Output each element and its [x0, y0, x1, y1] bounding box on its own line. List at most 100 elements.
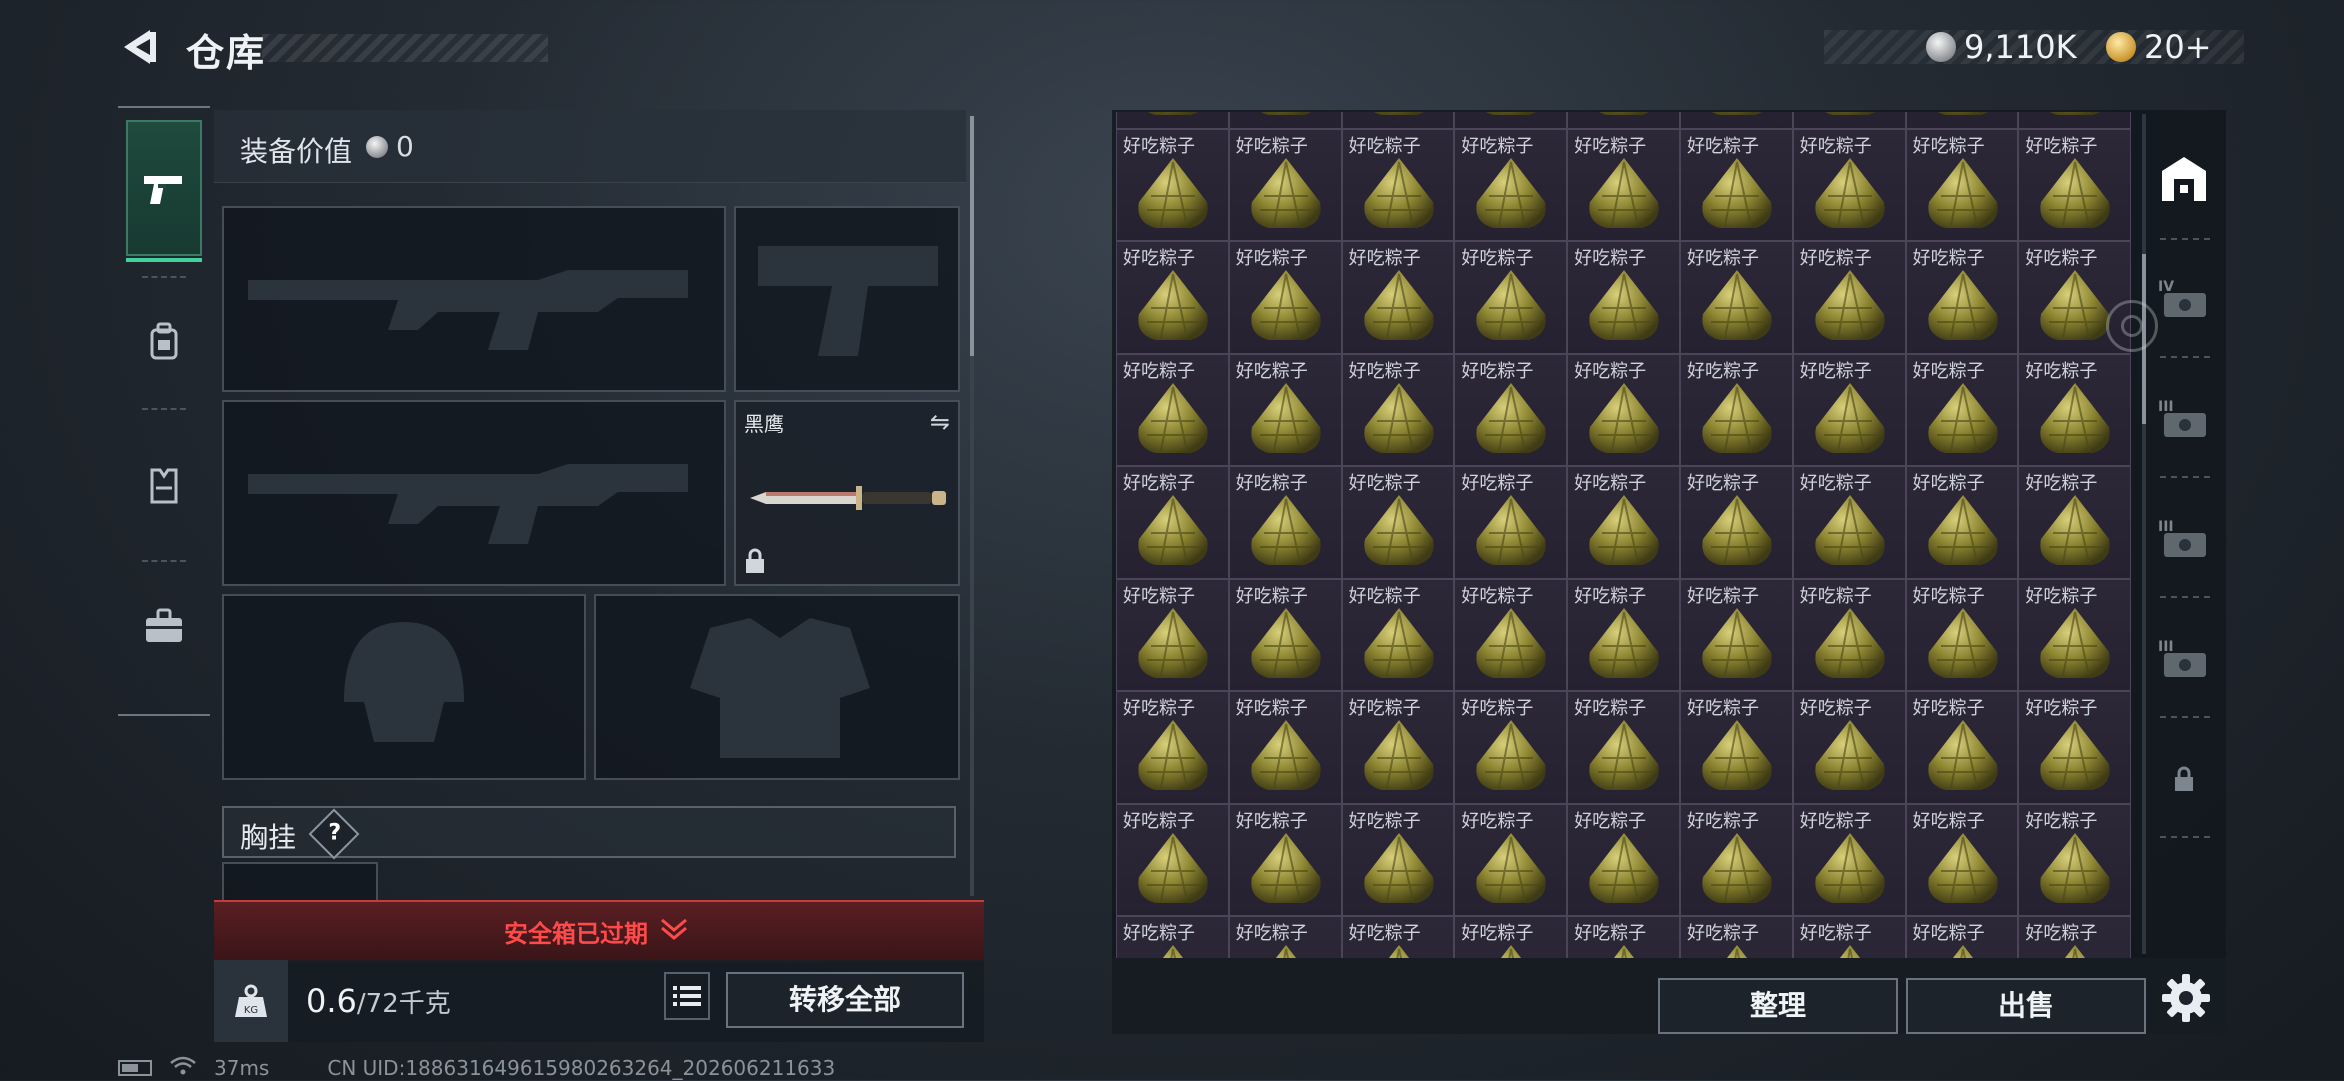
warehouse-item-cell[interactable]: 好吃粽子: [2018, 466, 2132, 579]
warehouse-item-cell[interactable]: 好吃粽子: [1905, 916, 2019, 958]
warehouse-item-cell[interactable]: 好吃粽子: [1341, 803, 1455, 916]
warehouse-item-cell[interactable]: 好吃粽子: [1905, 466, 2019, 579]
tab-case-iv[interactable]: IV: [2146, 244, 2222, 354]
warehouse-item-cell[interactable]: 好吃粽子: [1905, 803, 2019, 916]
warehouse-item-cell[interactable]: 好吃粽子: [1454, 112, 1568, 129]
category-backpack[interactable]: [118, 282, 210, 402]
warehouse-item-cell[interactable]: 好吃粽子: [1228, 128, 1342, 241]
tab-warehouse[interactable]: [2146, 124, 2222, 234]
category-weapons[interactable]: [126, 120, 202, 262]
warehouse-item-cell[interactable]: 好吃粽子: [1679, 466, 1793, 579]
warehouse-item-cell[interactable]: 好吃粽子: [2018, 128, 2132, 241]
sort-button[interactable]: 整理: [1658, 978, 1898, 1034]
category-chest-rig[interactable]: [118, 426, 210, 546]
settings-button[interactable]: [2160, 972, 2220, 1032]
warehouse-item-cell[interactable]: 好吃粽子: [1116, 803, 1229, 916]
warehouse-item-cell[interactable]: 好吃粽子: [1454, 578, 1568, 691]
warehouse-item-cell[interactable]: 好吃粽子: [1341, 578, 1455, 691]
sell-button[interactable]: 出售: [1906, 978, 2146, 1034]
warehouse-item-cell[interactable]: 好吃粽子: [1454, 803, 1568, 916]
tab-locked-slot[interactable]: [2146, 724, 2222, 834]
warehouse-item-cell[interactable]: 好吃粽子: [1792, 691, 1906, 804]
warehouse-item-cell[interactable]: 好吃粽子: [1341, 112, 1455, 129]
helmet-slot[interactable]: [222, 594, 586, 780]
help-icon[interactable]: ?: [308, 808, 360, 860]
safe-box-expired-banner[interactable]: 安全箱已过期: [214, 900, 984, 962]
list-view-button[interactable]: [664, 972, 710, 1020]
warehouse-item-cell[interactable]: 好吃粽子: [1792, 112, 1906, 129]
warehouse-item-cell[interactable]: 好吃粽子: [1567, 466, 1680, 579]
warehouse-item-cell[interactable]: 好吃粽子: [1792, 578, 1906, 691]
warehouse-item-cell[interactable]: 好吃粽子: [1792, 353, 1906, 466]
warehouse-item-cell[interactable]: 好吃粽子: [1116, 578, 1229, 691]
warehouse-item-cell[interactable]: 好吃粽子: [2018, 578, 2132, 691]
melee-slot[interactable]: 黑鹰 ⇋: [734, 400, 960, 586]
warehouse-item-cell[interactable]: 好吃粽子: [1341, 241, 1455, 354]
warehouse-item-cell[interactable]: 好吃粽子: [1567, 803, 1680, 916]
warehouse-item-cell[interactable]: 好吃粽子: [1792, 916, 1906, 958]
warehouse-item-cell[interactable]: 好吃粽子: [1679, 128, 1793, 241]
warehouse-item-cell[interactable]: 好吃粽子: [1567, 578, 1680, 691]
swap-icon[interactable]: ⇋: [930, 408, 950, 436]
tab-case-iii-3[interactable]: III: [2146, 604, 2222, 714]
warehouse-item-cell[interactable]: 好吃粽子: [1116, 112, 1229, 129]
warehouse-item-cell[interactable]: 好吃粽子: [1567, 691, 1680, 804]
warehouse-item-cell[interactable]: 好吃粽子: [1228, 803, 1342, 916]
category-case[interactable]: [118, 566, 210, 686]
warehouse-item-cell[interactable]: 好吃粽子: [1228, 916, 1342, 958]
tab-case-iii-1[interactable]: III: [2146, 364, 2222, 474]
warehouse-item-cell[interactable]: 好吃粽子: [1116, 916, 1229, 958]
back-button[interactable]: [116, 24, 162, 70]
warehouse-item-cell[interactable]: 好吃粽子: [1454, 353, 1568, 466]
warehouse-item-cell[interactable]: 好吃粽子: [1341, 353, 1455, 466]
warehouse-item-cell[interactable]: 好吃粽子: [1341, 691, 1455, 804]
warehouse-item-cell[interactable]: 好吃粽子: [2018, 112, 2132, 129]
warehouse-item-cell[interactable]: 好吃粽子: [1454, 916, 1568, 958]
warehouse-item-cell[interactable]: 好吃粽子: [2018, 691, 2132, 804]
warehouse-item-cell[interactable]: 好吃粽子: [1792, 128, 1906, 241]
warehouse-grid-viewport[interactable]: 好吃粽子 好吃粽子 好吃粽子 好吃粽子 好吃粽子 好吃粽子 好吃粽子 好吃粽子 好吃粽子 好吃粽子…: [1116, 112, 2132, 958]
warehouse-item-cell[interactable]: 好吃粽子: [1679, 803, 1793, 916]
warehouse-item-cell[interactable]: 好吃粽子: [1341, 466, 1455, 579]
warehouse-item-cell[interactable]: 好吃粽子: [1905, 353, 2019, 466]
warehouse-item-cell[interactable]: 好吃粽子: [1341, 128, 1455, 241]
transfer-all-button[interactable]: 转移全部: [726, 972, 964, 1028]
warehouse-item-cell[interactable]: 好吃粽子: [1228, 578, 1342, 691]
warehouse-item-cell[interactable]: 好吃粽子: [1905, 578, 2019, 691]
armor-slot[interactable]: [594, 594, 960, 780]
tab-case-iii-2[interactable]: III: [2146, 484, 2222, 594]
warehouse-item-cell[interactable]: 好吃粽子: [1116, 241, 1229, 354]
warehouse-item-cell[interactable]: 好吃粽子: [1792, 241, 1906, 354]
warehouse-item-cell[interactable]: 好吃粽子: [1567, 916, 1680, 958]
warehouse-item-cell[interactable]: 好吃粽子: [1567, 353, 1680, 466]
warehouse-item-cell[interactable]: 好吃粽子: [1228, 241, 1342, 354]
warehouse-item-cell[interactable]: 好吃粽子: [1454, 691, 1568, 804]
warehouse-item-cell[interactable]: 好吃粽子: [1228, 691, 1342, 804]
warehouse-item-cell[interactable]: 好吃粽子: [2018, 803, 2132, 916]
warehouse-item-cell[interactable]: 好吃粽子: [1116, 128, 1229, 241]
warehouse-item-cell[interactable]: 好吃粽子: [1116, 466, 1229, 579]
warehouse-item-cell[interactable]: 好吃粽子: [1567, 112, 1680, 129]
equipment-scrollbar[interactable]: [970, 116, 974, 896]
warehouse-item-cell[interactable]: 好吃粽子: [2018, 353, 2132, 466]
warehouse-item-cell[interactable]: 好吃粽子: [1454, 466, 1568, 579]
warehouse-item-cell[interactable]: 好吃粽子: [1116, 353, 1229, 466]
warehouse-item-cell[interactable]: 好吃粽子: [1341, 916, 1455, 958]
warehouse-item-cell[interactable]: 好吃粽子: [1228, 466, 1342, 579]
warehouse-item-cell[interactable]: 好吃粽子: [1905, 112, 2019, 129]
warehouse-item-cell[interactable]: 好吃粽子: [1679, 353, 1793, 466]
warehouse-item-cell[interactable]: 好吃粽子: [1679, 916, 1793, 958]
warehouse-item-cell[interactable]: 好吃粽子: [1792, 466, 1906, 579]
warehouse-item-cell[interactable]: 好吃粽子: [1905, 691, 2019, 804]
primary-weapon-slot-1[interactable]: [222, 206, 726, 392]
warehouse-item-cell[interactable]: 好吃粽子: [1679, 112, 1793, 129]
warehouse-item-cell[interactable]: 好吃粽子: [1454, 128, 1568, 241]
warehouse-item-cell[interactable]: 好吃粽子: [1905, 241, 2019, 354]
warehouse-item-cell[interactable]: 好吃粽子: [1454, 241, 1568, 354]
gold-currency[interactable]: 20+: [2106, 28, 2212, 66]
chest-rig-slot[interactable]: [222, 862, 378, 902]
warehouse-item-cell[interactable]: 好吃粽子: [1905, 128, 2019, 241]
warehouse-item-cell[interactable]: 好吃粽子: [1567, 241, 1680, 354]
warehouse-item-cell[interactable]: 好吃粽子: [1567, 128, 1680, 241]
primary-weapon-slot-2[interactable]: [222, 400, 726, 586]
